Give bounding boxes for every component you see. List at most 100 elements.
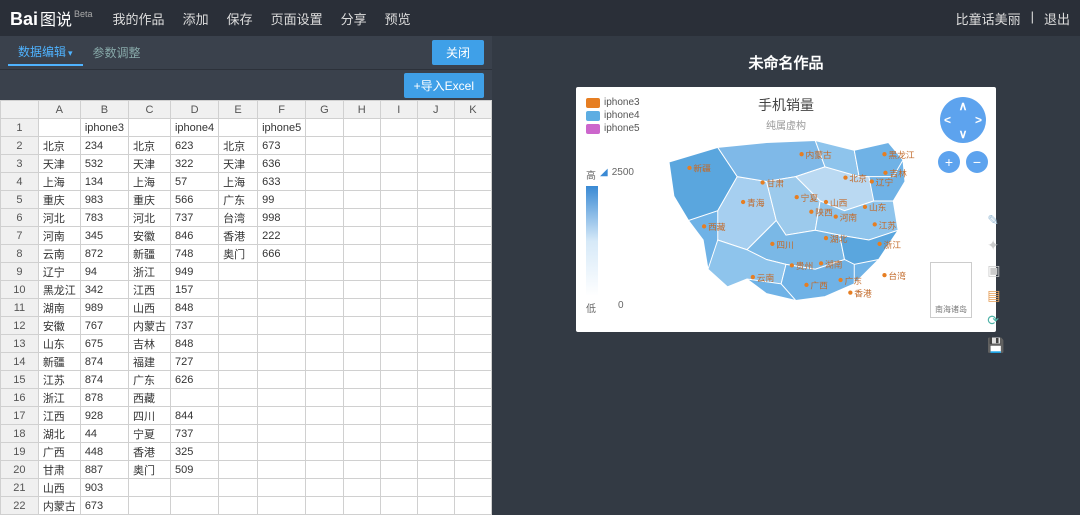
cell[interactable] [454, 227, 491, 245]
cell[interactable] [417, 497, 454, 515]
crop-icon[interactable]: ▣ [987, 262, 1004, 279]
cell[interactable] [258, 371, 306, 389]
column-header[interactable]: F [258, 101, 306, 119]
cell[interactable] [343, 371, 380, 389]
cell[interactable] [258, 389, 306, 407]
cell[interactable]: 奥门 [128, 461, 170, 479]
cell[interactable] [258, 281, 306, 299]
row-header[interactable]: 9 [1, 263, 39, 281]
cell[interactable] [417, 335, 454, 353]
cell[interactable]: 636 [258, 155, 306, 173]
cell[interactable]: 浙江 [128, 263, 170, 281]
column-header[interactable]: I [380, 101, 417, 119]
cell[interactable]: 623 [170, 137, 218, 155]
cell[interactable]: 94 [80, 263, 128, 281]
cell[interactable] [258, 443, 306, 461]
cell[interactable] [258, 425, 306, 443]
cell[interactable] [454, 245, 491, 263]
cell[interactable] [306, 299, 343, 317]
cell[interactable] [417, 281, 454, 299]
cell[interactable] [343, 443, 380, 461]
cell[interactable] [170, 389, 218, 407]
row-header[interactable]: 12 [1, 317, 39, 335]
cell[interactable]: 998 [258, 209, 306, 227]
column-header[interactable]: E [219, 101, 258, 119]
cell[interactable] [417, 353, 454, 371]
cell[interactable] [454, 461, 491, 479]
cell[interactable]: 783 [80, 209, 128, 227]
cell[interactable] [258, 497, 306, 515]
cell[interactable] [417, 425, 454, 443]
cell[interactable]: 325 [170, 443, 218, 461]
save-icon[interactable]: 💾 [987, 337, 1004, 354]
cell[interactable] [306, 281, 343, 299]
cell[interactable]: 北京 [38, 137, 80, 155]
cell[interactable]: 737 [170, 317, 218, 335]
cell[interactable] [258, 479, 306, 497]
cell[interactable] [380, 209, 417, 227]
cell[interactable] [306, 407, 343, 425]
nav-right-icon[interactable]: > [975, 113, 982, 127]
cell[interactable] [454, 119, 491, 137]
cell[interactable]: 99 [258, 191, 306, 209]
cell[interactable]: 河北 [38, 209, 80, 227]
cell[interactable] [219, 353, 258, 371]
cell[interactable]: 台湾 [219, 209, 258, 227]
legend-item-iphone3[interactable]: iphone3 [586, 97, 640, 108]
cell[interactable]: 989 [80, 299, 128, 317]
cell[interactable] [306, 227, 343, 245]
cell[interactable]: 河北 [128, 209, 170, 227]
cell[interactable]: 新疆 [128, 245, 170, 263]
cell[interactable] [380, 479, 417, 497]
cell[interactable] [380, 155, 417, 173]
cell[interactable]: 322 [170, 155, 218, 173]
cell[interactable]: 887 [80, 461, 128, 479]
tab-data-edit[interactable]: 数据编辑▾ [8, 39, 83, 66]
column-header[interactable]: H [343, 101, 380, 119]
cell[interactable] [380, 245, 417, 263]
cell[interactable] [258, 317, 306, 335]
cell[interactable] [306, 389, 343, 407]
cell[interactable] [219, 407, 258, 425]
cell[interactable]: 727 [170, 353, 218, 371]
cell[interactable] [417, 389, 454, 407]
cell[interactable] [306, 245, 343, 263]
cell[interactable] [454, 497, 491, 515]
cell[interactable]: 河南 [38, 227, 80, 245]
cell[interactable] [219, 479, 258, 497]
cell[interactable]: 848 [170, 335, 218, 353]
row-header[interactable]: 3 [1, 155, 39, 173]
cell[interactable]: 山西 [128, 299, 170, 317]
cell[interactable] [454, 479, 491, 497]
cell[interactable] [380, 353, 417, 371]
cell[interactable]: 四川 [128, 407, 170, 425]
cell[interactable]: 874 [80, 371, 128, 389]
cell[interactable] [38, 119, 80, 137]
cell[interactable] [417, 227, 454, 245]
row-header[interactable]: 16 [1, 389, 39, 407]
cell[interactable] [219, 425, 258, 443]
cell[interactable]: 633 [258, 173, 306, 191]
cell[interactable] [417, 245, 454, 263]
cell[interactable] [417, 155, 454, 173]
row-header[interactable]: 13 [1, 335, 39, 353]
cell[interactable]: 234 [80, 137, 128, 155]
column-header[interactable]: K [454, 101, 491, 119]
cell[interactable]: 509 [170, 461, 218, 479]
cell[interactable] [128, 497, 170, 515]
cell[interactable] [343, 317, 380, 335]
menu-item[interactable]: 预览 [385, 9, 411, 28]
cell[interactable] [306, 335, 343, 353]
cell[interactable] [343, 407, 380, 425]
nav-left-icon[interactable]: < [944, 113, 951, 127]
cell[interactable]: 448 [80, 443, 128, 461]
cell[interactable] [417, 263, 454, 281]
cell[interactable] [219, 281, 258, 299]
cell[interactable]: 江苏 [38, 371, 80, 389]
cell[interactable] [219, 263, 258, 281]
menu-item[interactable]: 添加 [183, 9, 209, 28]
cell[interactable]: 846 [170, 227, 218, 245]
cell[interactable] [306, 263, 343, 281]
cell[interactable]: 江西 [128, 281, 170, 299]
cell[interactable] [306, 137, 343, 155]
